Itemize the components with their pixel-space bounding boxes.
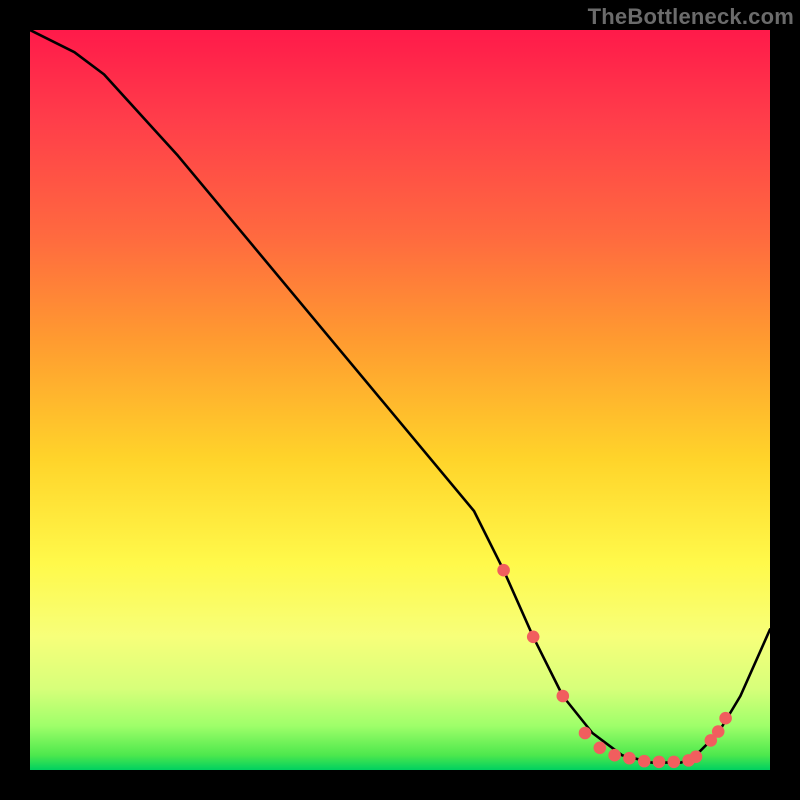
marker-dot: [653, 756, 666, 769]
chart-frame: TheBottleneck.com: [0, 0, 800, 800]
marker-dot: [719, 712, 732, 725]
marker-dot: [497, 564, 510, 577]
chart-svg: [30, 30, 770, 770]
marker-dot: [623, 752, 636, 765]
marker-dot: [594, 742, 607, 755]
marker-dot: [712, 725, 725, 738]
marker-dot: [579, 727, 592, 740]
highlight-dots: [497, 564, 732, 768]
marker-dot: [668, 756, 681, 769]
marker-dot: [638, 755, 651, 768]
bottleneck-curve: [30, 30, 770, 763]
marker-dot: [557, 690, 570, 703]
watermark-text: TheBottleneck.com: [588, 4, 794, 30]
marker-dot: [608, 749, 621, 762]
marker-dot: [527, 631, 540, 644]
marker-dot: [690, 750, 703, 763]
plot-area: [30, 30, 770, 770]
